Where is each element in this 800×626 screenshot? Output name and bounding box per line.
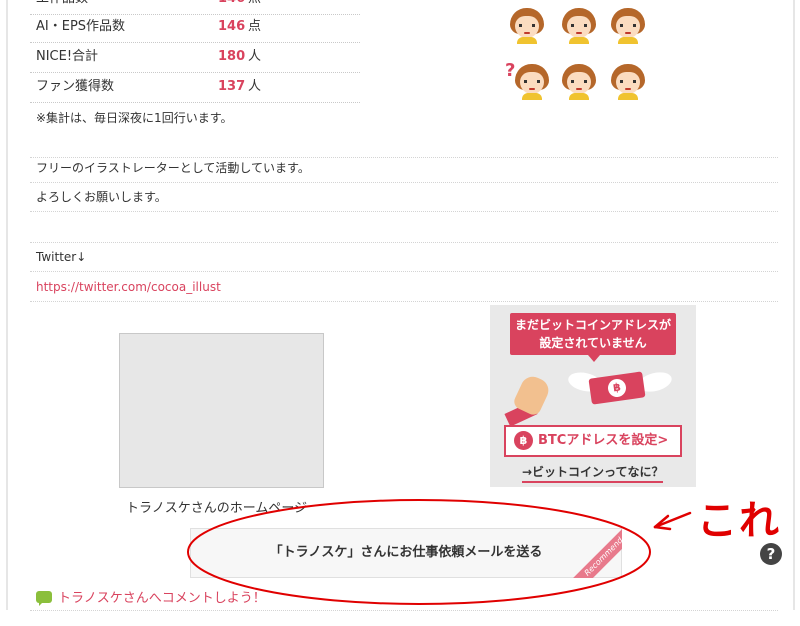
annotation-ellipse: [187, 499, 651, 605]
annotation-overlay: [187, 499, 692, 605]
annotation-text: これ: [697, 498, 781, 544]
annotation-arrow-icon: [653, 511, 692, 531]
